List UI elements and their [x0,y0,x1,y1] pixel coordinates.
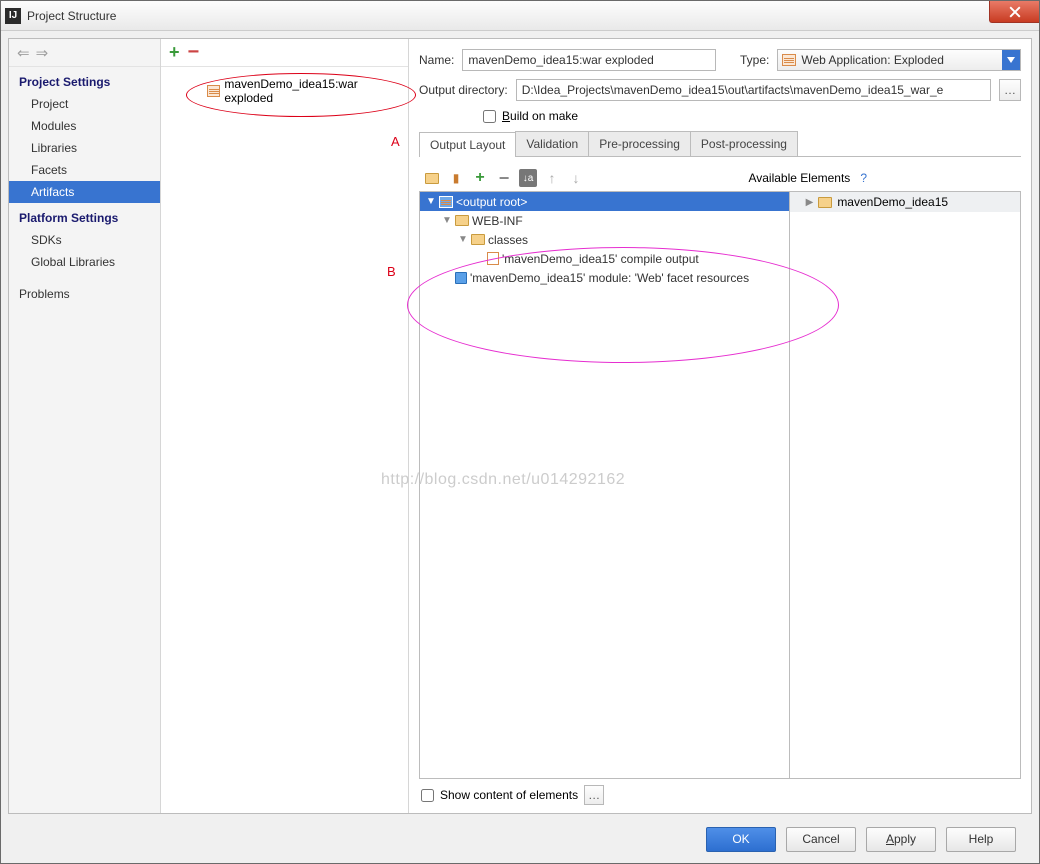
module-icon [818,197,832,208]
titlebar[interactable]: IJ Project Structure [1,1,1039,31]
tab-validation[interactable]: Validation [515,131,589,156]
close-button[interactable] [989,1,1039,23]
available-item[interactable]: ▶ mavenDemo_idea15 [790,192,1020,212]
nav-back-icon[interactable]: ⇐ [17,44,30,62]
output-layout-toolbar: ▮ + − ↓a ↑ ↓ Available Elements ? [419,165,1021,191]
project-structure-dialog: IJ Project Structure ⇐ ⇒ Project Setting… [0,0,1040,864]
tree-classes[interactable]: ▼ classes [420,230,789,249]
tree-expand-icon[interactable]: ▼ [442,215,452,226]
tree-output-root[interactable]: ▼ <output root> [420,192,789,211]
tree-label: 'mavenDemo_idea15' compile output [502,252,699,266]
tree-collapse-icon[interactable]: ▶ [806,197,814,208]
output-root-icon [439,196,453,208]
build-on-make-row: Build on make [419,109,1021,123]
sidebar-item-libraries[interactable]: Libraries [9,137,160,159]
tab-pre-processing[interactable]: Pre-processing [588,131,691,156]
sidebar-item-problems[interactable]: Problems [9,283,160,305]
sidebar-nav: ⇐ ⇒ [9,39,160,67]
app-icon: IJ [5,8,21,24]
remove-artifact-icon[interactable]: − [188,41,200,64]
section-project-settings: Project Settings [9,67,160,93]
artifacts-toolbar: + − [161,39,408,67]
sidebar-item-project[interactable]: Project [9,93,160,115]
main-panel: ⇐ ⇒ Project Settings Project Modules Lib… [8,38,1032,814]
nav-fwd-icon[interactable]: ⇒ [36,44,49,62]
outdir-input[interactable] [516,79,991,101]
type-selector[interactable]: Web Application: Exploded [777,49,1021,71]
outdir-row: Output directory: … [419,79,1021,101]
sidebar: ⇐ ⇒ Project Settings Project Modules Lib… [9,39,161,813]
sidebar-item-global-libraries[interactable]: Global Libraries [9,251,160,273]
move-down-icon[interactable]: ↓ [567,169,585,187]
new-folder-icon[interactable] [423,169,441,187]
add-copy-icon[interactable]: + [471,169,489,187]
name-label: Name: [419,53,454,67]
tree-web-inf[interactable]: ▼ WEB-INF [420,211,789,230]
tree-compile-output[interactable]: 'mavenDemo_idea15' compile output [420,249,789,268]
annotation-label-b: B [387,264,396,279]
artifact-item[interactable]: mavenDemo_idea15:war exploded [161,73,408,109]
name-input[interactable] [462,49,716,71]
sidebar-item-facets[interactable]: Facets [9,159,160,181]
type-label: Type: [740,53,769,67]
move-up-icon[interactable]: ↑ [543,169,561,187]
dialog-footer: OK Cancel Apply Help [8,822,1032,856]
available-elements-pane[interactable]: ▶ mavenDemo_idea15 [790,191,1021,779]
dialog-body: ⇐ ⇒ Project Settings Project Modules Lib… [1,31,1039,863]
window-title: Project Structure [27,9,116,23]
artifact-details-panel: Name: Type: Web Application: Exploded Ou… [409,39,1031,813]
available-item-label: mavenDemo_idea15 [837,195,948,209]
name-row: Name: Type: Web Application: Exploded [419,49,1021,71]
show-content-checkbox[interactable] [421,789,434,802]
outdir-browse-button[interactable]: … [999,79,1021,101]
tab-output-layout[interactable]: Output Layout [419,132,516,157]
show-content-row: Show content of elements … [419,779,1021,807]
type-dropdown-icon[interactable] [1002,50,1020,70]
folder-icon [471,234,485,245]
output-layout-body: ▮ + − ↓a ↑ ↓ Available Elements ? ▼ [419,165,1021,807]
compile-output-icon [487,252,499,265]
sidebar-item-sdks[interactable]: SDKs [9,229,160,251]
tree-label: classes [488,233,528,247]
tab-post-processing[interactable]: Post-processing [690,131,798,156]
window-buttons [989,1,1039,23]
artifacts-list-panel: + − mavenDemo_idea15:war exploded A [161,39,409,813]
apply-button[interactable]: Apply [866,827,936,852]
build-on-make-label: Build on make [502,109,578,123]
type-value: Web Application: Exploded [800,53,1002,67]
new-archive-icon[interactable]: ▮ [447,169,465,187]
artifact-icon [207,85,220,97]
tree-expand-icon[interactable]: ▼ [458,234,468,245]
tree-facet-resources[interactable]: 'mavenDemo_idea15' module: 'Web' facet r… [420,268,789,287]
facet-icon [455,272,467,284]
tabs: Output Layout Validation Pre-processing … [419,131,1021,157]
outdir-label: Output directory: [419,83,508,97]
output-layout-split: ▼ <output root> ▼ WEB-INF ▼ [419,191,1021,779]
tree-label: 'mavenDemo_idea15' module: 'Web' facet r… [470,271,749,285]
sidebar-item-artifacts[interactable]: Artifacts [9,181,160,203]
output-tree[interactable]: ▼ <output root> ▼ WEB-INF ▼ [419,191,790,779]
tree-label: WEB-INF [472,214,523,228]
available-elements-header: Available Elements [748,171,850,185]
type-icon [782,54,796,66]
sidebar-item-modules[interactable]: Modules [9,115,160,137]
help-button[interactable]: Help [946,827,1016,852]
sort-icon[interactable]: ↓a [519,169,537,187]
build-on-make-checkbox[interactable] [483,110,496,123]
section-platform-settings: Platform Settings [9,203,160,229]
folder-icon [455,215,469,226]
cancel-button[interactable]: Cancel [786,827,856,852]
help-icon[interactable]: ? [860,171,867,185]
tree-label: <output root> [456,195,527,209]
add-artifact-icon[interactable]: + [169,42,180,63]
ok-button[interactable]: OK [706,827,776,852]
tree-expand-icon[interactable]: ▼ [426,196,436,207]
show-content-options-button[interactable]: … [584,785,604,805]
annotation-label-a: A [391,134,400,149]
remove-icon[interactable]: − [495,169,513,187]
artifact-label: mavenDemo_idea15:war exploded [224,77,400,105]
show-content-label: Show content of elements [440,788,578,802]
